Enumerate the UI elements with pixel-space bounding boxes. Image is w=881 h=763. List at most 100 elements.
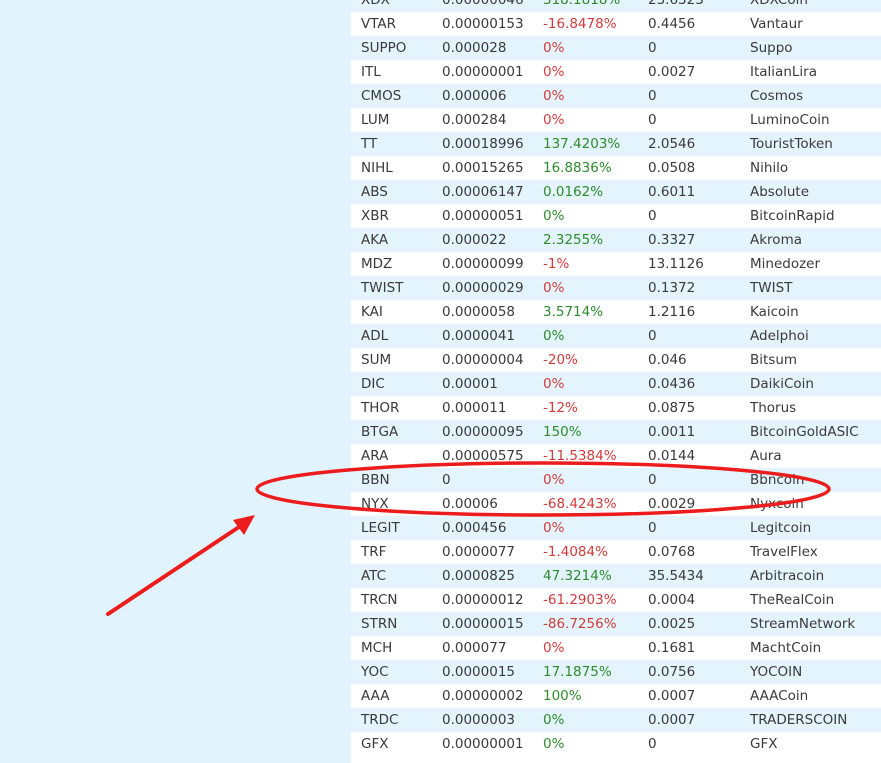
coin-change: -20% — [543, 352, 578, 368]
coin-symbol: MDZ — [361, 256, 393, 272]
coin-row-aka: AKA 0.000022 2.3255% 0.3327 Akroma — [351, 228, 881, 252]
coin-price: 0.00001 — [442, 376, 498, 392]
coin-volume: 0.0029 — [648, 496, 696, 512]
coin-row-tt: TT 0.00018996 137.4203% 2.0546 TouristToken — [351, 132, 881, 156]
coin-change: 0% — [543, 520, 565, 536]
coin-change: 137.4203% — [543, 136, 621, 152]
coin-name: Adelphoi — [750, 328, 809, 344]
coin-row-nihl: NIHL 0.00015265 16.8836% 0.0508 Nihilo — [351, 156, 881, 180]
coin-symbol: ARA — [361, 448, 389, 464]
coin-change: 0% — [543, 472, 565, 488]
coin-change: -1% — [543, 256, 570, 272]
coin-row-aaa: AAA 0.00000002 100% 0.0007 AAACoin — [351, 684, 881, 708]
coin-volume: 0 — [648, 40, 657, 56]
coin-row-trf: TRF 0.0000077 -1.4084% 0.0768 TravelFlex — [351, 540, 881, 564]
coin-symbol: TRCN — [361, 592, 398, 608]
coin-change: 100% — [543, 688, 582, 704]
coin-change: 0% — [543, 280, 565, 296]
coin-change: 0% — [543, 208, 565, 224]
coin-volume: 0 — [648, 88, 657, 104]
coin-name: MachtCoin — [750, 640, 822, 656]
coin-row-vtar: VTAR 0.00000153 -16.8478% 0.4456 Vantaur — [351, 12, 881, 36]
coin-price: 0.00000099 — [442, 256, 524, 272]
coin-row-ara: ARA 0.00000575 -11.5384% 0.0144 Aura — [351, 444, 881, 468]
coin-price: 0 — [442, 472, 451, 488]
coin-table-panel: XDX 0.00000046 318.1818% 23.6323 XDXCoin VTAR… — [351, 0, 881, 763]
coin-symbol: STRN — [361, 616, 398, 632]
coin-volume: 0 — [648, 112, 657, 128]
coin-symbol: CMOS — [361, 88, 402, 104]
coin-price: 0.0000015 — [442, 664, 516, 680]
coin-name: Akroma — [750, 232, 802, 248]
coin-row-sum: SUM 0.00000004 -20% 0.046 Bitsum — [351, 348, 881, 372]
coin-name: YOCOIN — [750, 664, 803, 680]
coin-symbol: TWIST — [361, 280, 404, 296]
coin-name: DaikiCoin — [750, 376, 814, 392]
coin-volume: 0 — [648, 472, 657, 488]
coin-price: 0.00000015 — [442, 616, 524, 632]
coin-row-gfx: GFX 0.00000001 0% 0 GFX — [351, 732, 881, 756]
coin-symbol: ITL — [361, 64, 381, 80]
coin-change: 2.3255% — [543, 232, 604, 248]
coin-volume: 0.0875 — [648, 400, 696, 416]
coin-price: 0.00000029 — [442, 280, 524, 296]
coin-row-itl: ITL 0.00000001 0% 0.0027 ItalianLira — [351, 60, 881, 84]
coin-symbol: XDX — [361, 0, 390, 8]
coin-name: TouristToken — [750, 136, 833, 152]
coin-row-btga: BTGA 0.00000095 150% 0.0011 BitcoinGoldASIC — [351, 420, 881, 444]
coin-row-twist: TWIST 0.00000029 0% 0.1372 TWIST — [351, 276, 881, 300]
coin-volume: 0.0027 — [648, 64, 696, 80]
coin-name: Legitcoin — [750, 520, 812, 536]
coin-change: 318.1818% — [543, 0, 621, 8]
coin-change: -16.8478% — [543, 16, 617, 32]
coin-row-mch: MCH 0.000077 0% 0.1681 MachtCoin — [351, 636, 881, 660]
coin-row-xbr: XBR 0.00000051 0% 0 BitcoinRapid — [351, 204, 881, 228]
coin-price: 0.00000001 — [442, 736, 524, 752]
coin-change: 3.5714% — [543, 304, 604, 320]
coin-price: 0.00000001 — [442, 64, 524, 80]
coin-row-trdc: TRDC 0.0000003 0% 0.0007 TRADERSCOIN — [351, 708, 881, 732]
coin-price: 0.00000046 — [442, 0, 524, 8]
coin-price: 0.0000077 — [442, 544, 516, 560]
coin-symbol: KAI — [361, 304, 383, 320]
coin-row-xdx: XDX 0.00000046 318.1818% 23.6323 XDXCoin — [351, 0, 881, 12]
coin-name: Bbncoin — [750, 472, 805, 488]
coin-change: 17.1875% — [543, 664, 612, 680]
coin-volume: 0.1681 — [648, 640, 696, 656]
coin-volume: 0.0007 — [648, 688, 696, 704]
coin-symbol: ABS — [361, 184, 388, 200]
coin-change: 0% — [543, 112, 565, 128]
coin-symbol: SUM — [361, 352, 392, 368]
coin-price: 0.00000153 — [442, 16, 524, 32]
coin-price: 0.00006 — [442, 496, 498, 512]
coin-row-nyx: NYX 0.00006 -68.4243% 0.0029 Nyxcoin — [351, 492, 881, 516]
coin-name: LuminoCoin — [750, 112, 830, 128]
coin-row-yoc: YOC 0.0000015 17.1875% 0.0756 YOCOIN — [351, 660, 881, 684]
coin-volume: 0.0007 — [648, 712, 696, 728]
coin-symbol: LUM — [361, 112, 390, 128]
coin-symbol: AAA — [361, 688, 390, 704]
coin-price: 0.000028 — [442, 40, 507, 56]
coin-name: BitcoinRapid — [750, 208, 835, 224]
coin-row-dic: DIC 0.00001 0% 0.0436 DaikiCoin — [351, 372, 881, 396]
coin-name: TWIST — [750, 280, 793, 296]
coin-volume: 0 — [648, 328, 657, 344]
coin-name: Suppo — [750, 40, 793, 56]
coin-change: 0% — [543, 40, 565, 56]
coin-symbol: LEGIT — [361, 520, 400, 536]
coin-symbol: BBN — [361, 472, 390, 488]
coin-name: Vantaur — [750, 16, 803, 32]
coin-change: 16.8836% — [543, 160, 612, 176]
coin-name: TheRealCoin — [750, 592, 835, 608]
coin-name: Aura — [750, 448, 782, 464]
coin-volume: 13.1126 — [648, 256, 704, 272]
coin-change: 47.3214% — [543, 568, 612, 584]
coin-volume: 0.0508 — [648, 160, 696, 176]
coin-change: -11.5384% — [543, 448, 617, 464]
coin-name: GFX — [750, 736, 778, 752]
coin-name: BitcoinGoldASIC — [750, 424, 859, 440]
coin-name: TravelFlex — [750, 544, 818, 560]
coin-row-strn: STRN 0.00000015 -86.7256% 0.0025 StreamNetwo… — [351, 612, 881, 636]
coin-name: ItalianLira — [750, 64, 817, 80]
coin-volume: 23.6323 — [648, 0, 704, 8]
